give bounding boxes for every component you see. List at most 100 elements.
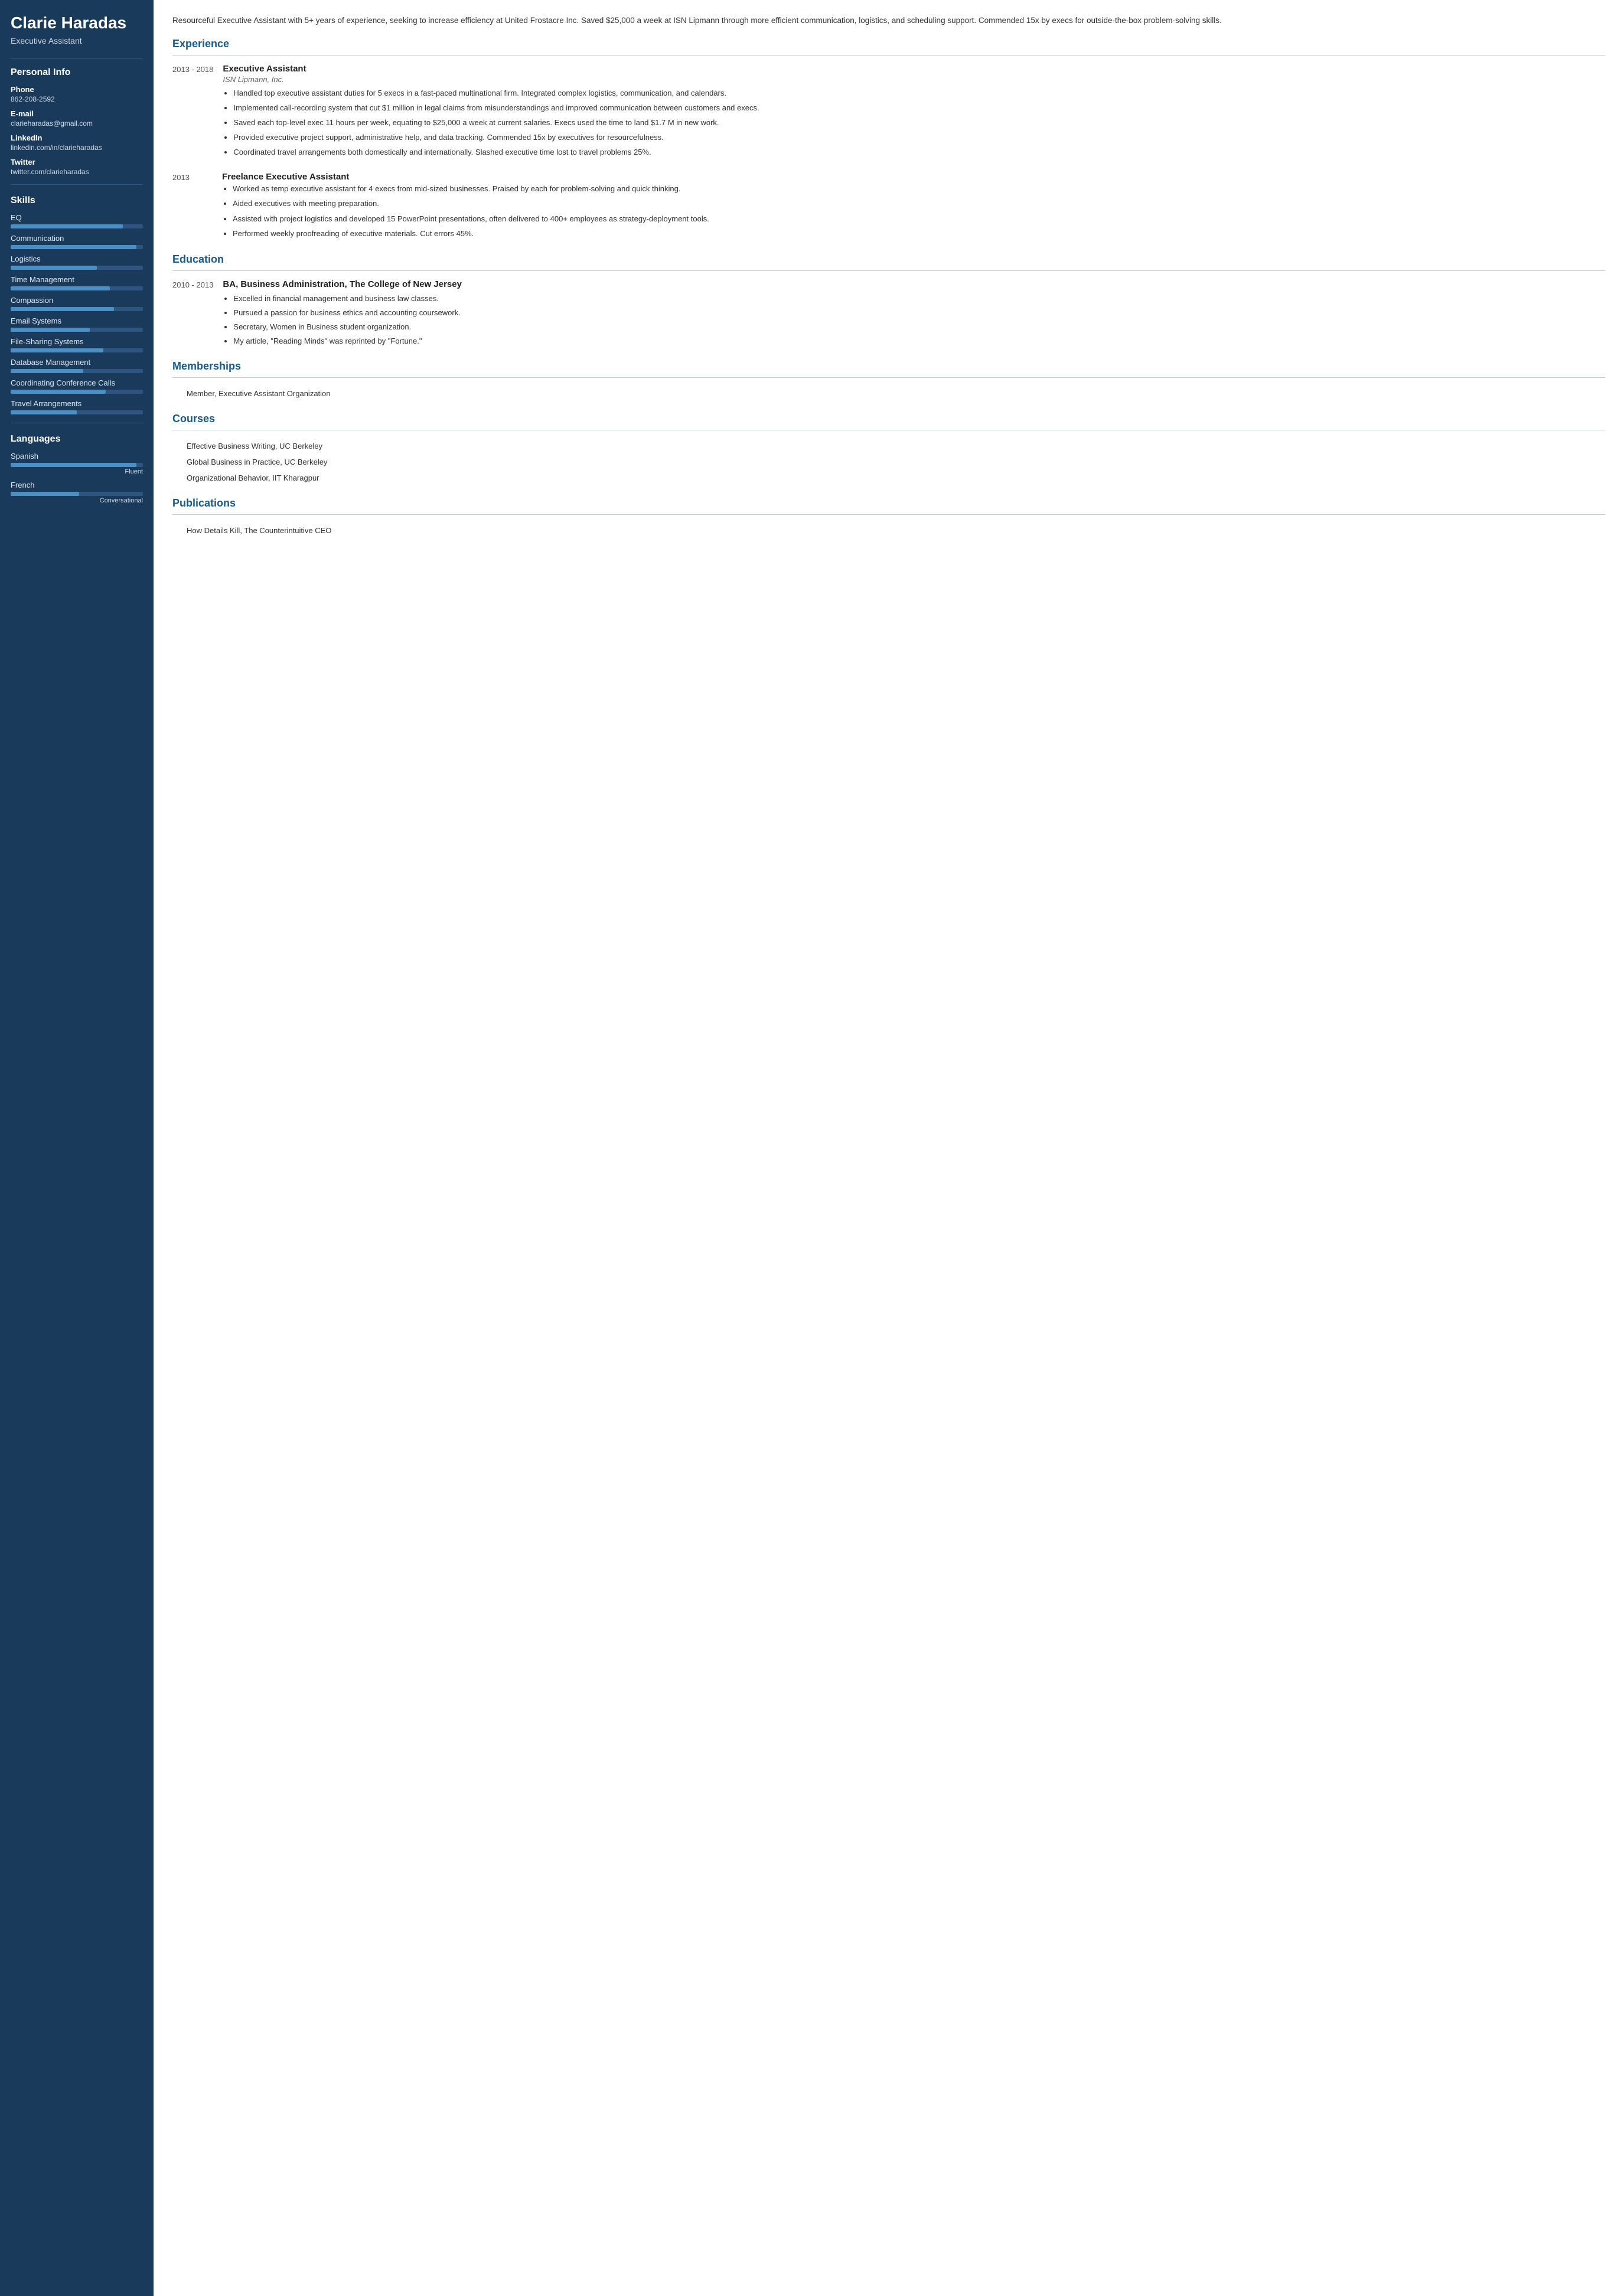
skill-name-label: Communication xyxy=(11,234,143,243)
personal-info-heading: Personal Info xyxy=(11,67,143,78)
skill-bar-fill xyxy=(11,245,136,249)
exp-content: Freelance Executive AssistantWorked as t… xyxy=(222,172,1605,243)
sidebar-divider-2 xyxy=(11,184,143,185)
language-bar-fill xyxy=(11,463,136,467)
skill-bar-bg xyxy=(11,245,143,249)
list-item: Organizational Behavior, IIT Kharagpur xyxy=(172,471,1605,486)
skill-bar-bg xyxy=(11,328,143,332)
experience-entry: 2013Freelance Executive AssistantWorked … xyxy=(172,172,1605,243)
skill-bar-fill xyxy=(11,369,83,373)
phone-label: Phone xyxy=(11,85,143,94)
skill-item: Compassion xyxy=(11,296,143,311)
language-level-label: Conversational xyxy=(11,497,143,504)
skill-name-label: Email Systems xyxy=(11,316,143,325)
skill-item: Time Management xyxy=(11,275,143,290)
edu-content: BA, Business Administration, The College… xyxy=(223,279,1605,350)
skill-item: Coordinating Conference Calls xyxy=(11,378,143,394)
memberships-divider xyxy=(172,377,1605,378)
language-bar-fill xyxy=(11,492,79,496)
skill-bar-bg xyxy=(11,410,143,414)
skill-bar-bg xyxy=(11,369,143,373)
list-item: Aided executives with meeting preparatio… xyxy=(233,198,1605,210)
publications-list: How Details Kill, The Counterintuitive C… xyxy=(172,523,1605,539)
list-item: Effective Business Writing, UC Berkeley xyxy=(172,439,1605,455)
experience-entry: 2013 - 2018Executive AssistantISN Lipman… xyxy=(172,64,1605,162)
skill-item: File-Sharing Systems xyxy=(11,337,143,352)
list-item: Global Business in Practice, UC Berkeley xyxy=(172,455,1605,471)
skill-item: Travel Arrangements xyxy=(11,399,143,414)
exp-job-title: Freelance Executive Assistant xyxy=(222,172,1605,182)
twitter-label: Twitter xyxy=(11,158,143,166)
skill-name-label: EQ xyxy=(11,213,143,222)
experience-section: Experience 2013 - 2018Executive Assistan… xyxy=(172,38,1605,243)
exp-job-title: Executive Assistant xyxy=(223,64,1605,74)
skill-bar-fill xyxy=(11,390,106,394)
skill-bar-bg xyxy=(11,348,143,352)
list-item: My article, "Reading Minds" was reprinte… xyxy=(233,335,1605,347)
education-entries: 2010 - 2013BA, Business Administration, … xyxy=(172,279,1605,350)
exp-content: Executive AssistantISN Lipmann, Inc.Hand… xyxy=(223,64,1605,162)
skill-bar-bg xyxy=(11,266,143,270)
exp-date: 2013 - 2018 xyxy=(172,64,213,162)
skill-name-label: Database Management xyxy=(11,358,143,367)
list-item: Coordinated travel arrangements both dom… xyxy=(233,146,1605,158)
exp-bullets: Worked as temp executive assistant for 4… xyxy=(222,183,1605,240)
skill-bar-fill xyxy=(11,410,77,414)
skill-bar-bg xyxy=(11,224,143,228)
list-item: Performed weekly proofreading of executi… xyxy=(233,228,1605,240)
language-item: SpanishFluent xyxy=(11,452,143,475)
memberships-list: Member, Executive Assistant Organization xyxy=(172,386,1605,402)
list-item: Pursued a passion for business ethics an… xyxy=(233,307,1605,319)
language-item: FrenchConversational xyxy=(11,481,143,504)
sidebar: Clarie Haradas Executive Assistant Perso… xyxy=(0,0,154,2296)
skill-bar-fill xyxy=(11,328,90,332)
candidate-title: Executive Assistant xyxy=(11,36,143,45)
main-content: Resourceful Executive Assistant with 5+ … xyxy=(154,0,1624,2296)
skill-name-label: File-Sharing Systems xyxy=(11,337,143,346)
language-name-label: Spanish xyxy=(11,452,143,460)
exp-bullets: Handled top executive assistant duties f… xyxy=(223,87,1605,159)
edu-bullets: Excelled in financial management and bus… xyxy=(223,293,1605,348)
skill-item: Communication xyxy=(11,234,143,249)
linkedin-value: linkedin.com/in/clarieharadas xyxy=(11,143,143,152)
languages-section: Languages SpanishFluent FrenchConversatio… xyxy=(11,434,143,504)
memberships-heading: Memberships xyxy=(172,360,1605,373)
list-item: Secretary, Women in Business student org… xyxy=(233,321,1605,333)
skill-bar-fill xyxy=(11,286,110,290)
education-section: Education 2010 - 2013BA, Business Admini… xyxy=(172,253,1605,350)
courses-heading: Courses xyxy=(172,413,1605,425)
skills-list: EQ Communication Logistics Time Management C… xyxy=(11,213,143,414)
courses-section: Courses Effective Business Writing, UC B… xyxy=(172,413,1605,486)
skill-bar-bg xyxy=(11,307,143,311)
list-item: Member, Executive Assistant Organization xyxy=(172,386,1605,402)
skill-name-label: Travel Arrangements xyxy=(11,399,143,408)
languages-list: SpanishFluent FrenchConversational xyxy=(11,452,143,504)
skill-bar-fill xyxy=(11,307,114,311)
skill-name-label: Time Management xyxy=(11,275,143,284)
linkedin-label: LinkedIn xyxy=(11,133,143,142)
list-item: Assisted with project logistics and deve… xyxy=(233,213,1605,225)
edu-date: 2010 - 2013 xyxy=(172,279,213,350)
language-bar-bg xyxy=(11,463,143,467)
education-divider xyxy=(172,270,1605,271)
list-item: Worked as temp executive assistant for 4… xyxy=(233,183,1605,195)
candidate-name: Clarie Haradas xyxy=(11,14,143,32)
skill-item: Email Systems xyxy=(11,316,143,332)
experience-heading: Experience xyxy=(172,38,1605,50)
skill-name-label: Compassion xyxy=(11,296,143,305)
list-item: Saved each top-level exec 11 hours per w… xyxy=(233,117,1605,129)
summary-text: Resourceful Executive Assistant with 5+ … xyxy=(172,14,1605,27)
publications-section: Publications How Details Kill, The Count… xyxy=(172,497,1605,539)
languages-heading: Languages xyxy=(11,434,143,445)
list-item: Excelled in financial management and bus… xyxy=(233,293,1605,305)
education-entry: 2010 - 2013BA, Business Administration, … xyxy=(172,279,1605,350)
skill-bar-fill xyxy=(11,224,123,228)
skill-item: Logistics xyxy=(11,254,143,270)
twitter-value: twitter.com/clarieharadas xyxy=(11,168,143,176)
skills-section: Skills EQ Communication Logistics Time Mana… xyxy=(11,195,143,414)
exp-date: 2013 xyxy=(172,172,213,243)
publications-heading: Publications xyxy=(172,497,1605,510)
skills-heading: Skills xyxy=(11,195,143,206)
publications-divider xyxy=(172,514,1605,515)
memberships-section: Memberships Member, Executive Assistant … xyxy=(172,360,1605,402)
